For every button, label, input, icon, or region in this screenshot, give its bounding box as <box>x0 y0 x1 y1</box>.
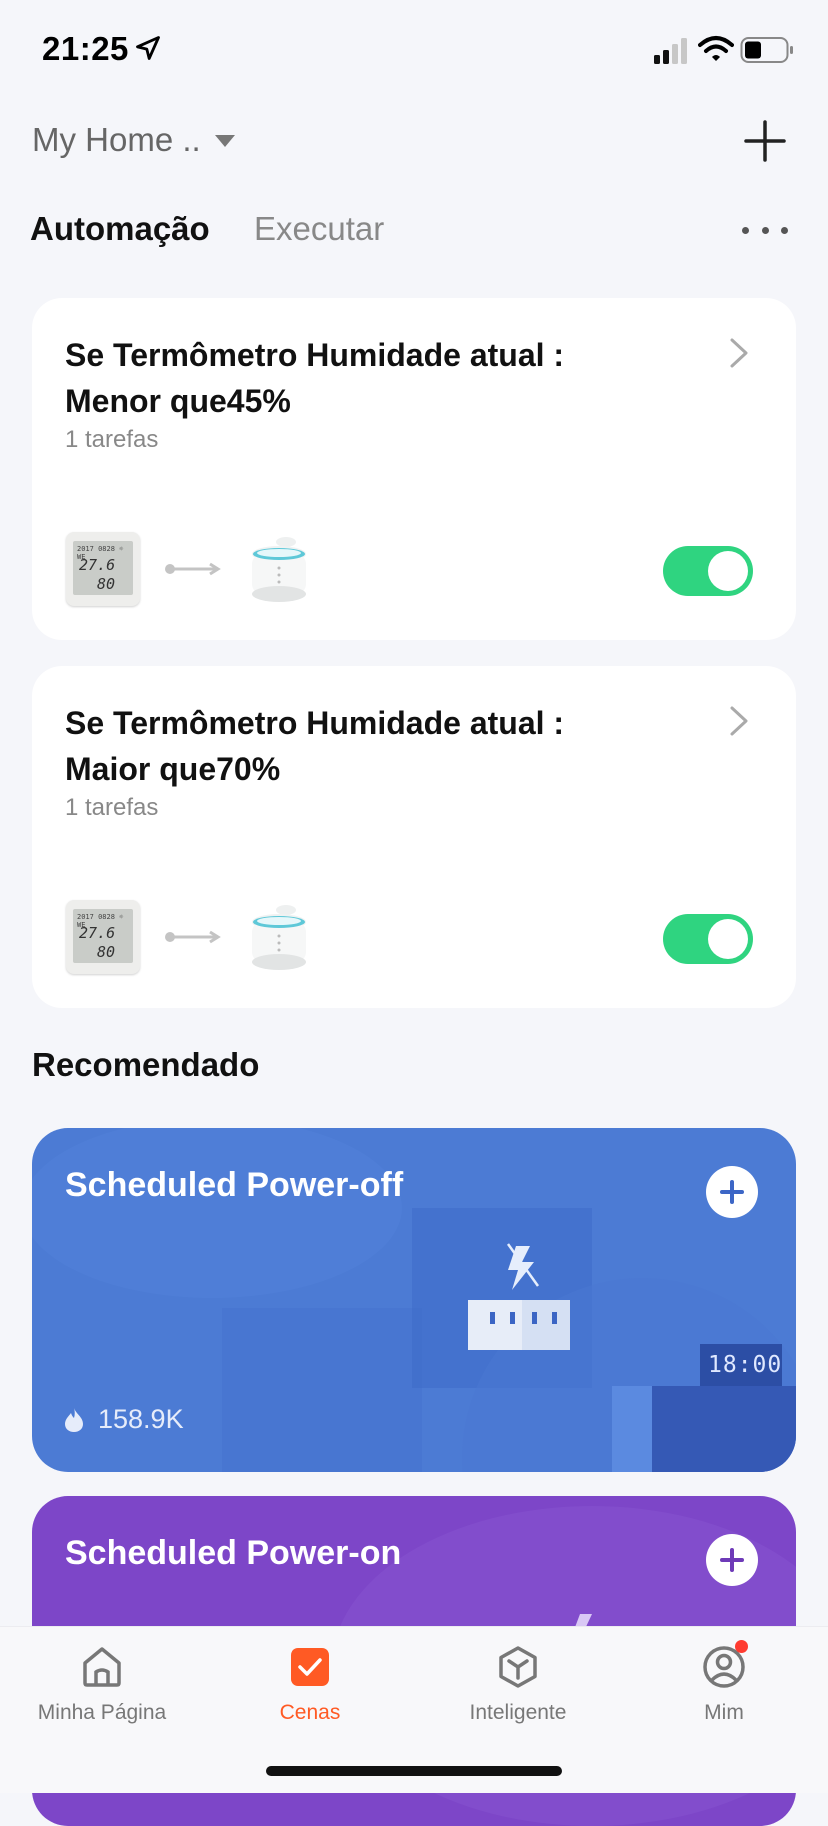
recommended-card-title: Scheduled Power-off <box>65 1166 404 1204</box>
home-indicator <box>266 1766 562 1776</box>
signal-icon <box>654 38 687 64</box>
automation-tasks: 1 tarefas <box>65 426 159 453</box>
wifi-icon <box>698 36 734 61</box>
nav-item-mim[interactable]: Mim <box>624 1627 824 1747</box>
nav-label: Minha Página <box>37 1701 167 1724</box>
popularity-stat: 158.9K <box>64 1404 184 1435</box>
thermometer-device-image: 2017 0828 ☼ WE 27.6 80 <box>66 900 140 974</box>
thermometer-screen: 2017 0828 ☼ WE 27.6 80 <box>73 541 133 595</box>
add-scene-button[interactable] <box>706 1166 758 1218</box>
chevron-right-icon[interactable] <box>728 336 750 370</box>
recommended-card-title: Scheduled Power-on <box>65 1534 402 1572</box>
home-name: My Home .. <box>32 121 201 158</box>
thermometer-temp: 27.6 <box>79 556 116 574</box>
automation-title: Se Termômetro Humidade atual : Maior que… <box>65 705 565 787</box>
add-icon[interactable] <box>742 118 788 164</box>
humidifier-device-image <box>252 905 306 970</box>
arrow-right-icon <box>165 562 221 576</box>
fire-icon <box>65 1407 83 1432</box>
nav-label: Mim <box>704 1701 744 1724</box>
scenes-check-icon <box>291 1648 329 1686</box>
automation-toggle[interactable] <box>663 546 753 596</box>
automation-card[interactable]: Se Termômetro Humidade atual : Menor que… <box>32 298 796 640</box>
smart-cube-icon <box>499 1646 537 1688</box>
nav-item-cenas[interactable]: Cenas <box>210 1627 410 1747</box>
thermometer-humidity: 80 <box>97 575 116 593</box>
more-options-icon[interactable] <box>742 220 788 240</box>
nav-item-inteligente[interactable]: Inteligente <box>418 1627 618 1747</box>
automation-tasks: 1 tarefas <box>65 794 159 821</box>
recommended-card-power-off[interactable]: 18:00 Scheduled Power-off 158.9K <box>32 1128 796 1472</box>
thermometer-screen: 2017 0828 ☼ WE 27.6 80 <box>73 909 133 963</box>
location-arrow-icon <box>136 36 160 60</box>
nav-label: Cenas <box>279 1701 341 1724</box>
toggle-knob <box>708 551 748 591</box>
thermometer-humidity: 80 <box>97 943 116 961</box>
status-time: 21:25 <box>42 30 129 67</box>
status-bar: 21:25 <box>0 0 828 100</box>
home-icon <box>83 1647 121 1687</box>
chevron-right-icon[interactable] <box>728 704 750 738</box>
home-selector[interactable]: My Home .. <box>32 118 235 162</box>
caret-down-icon <box>214 135 235 147</box>
dot <box>781 226 788 234</box>
notification-badge <box>735 1640 748 1653</box>
arrow-right-icon <box>165 930 221 944</box>
plus-icon <box>730 1180 734 1204</box>
tab-executar[interactable]: Executar <box>254 210 384 248</box>
dot <box>742 226 749 234</box>
tab-automacao[interactable]: Automação <box>30 210 210 248</box>
nav-label: Inteligente <box>469 1701 567 1724</box>
humidifier-device-image <box>252 537 306 602</box>
automation-toggle[interactable] <box>663 914 753 964</box>
thermometer-device-image: 2017 0828 ☼ WE 27.6 80 <box>66 532 140 606</box>
thermometer-temp: 27.6 <box>79 924 116 942</box>
add-scene-button[interactable] <box>706 1534 758 1586</box>
plus-icon <box>730 1548 734 1572</box>
popularity-count: 158.9K <box>98 1404 184 1434</box>
dot <box>761 226 769 234</box>
clock-display: 18:00 <box>708 1352 783 1378</box>
nav-item-minha-pagina[interactable]: Minha Página <box>2 1627 202 1747</box>
automation-title: Se Termômetro Humidade atual : Menor que… <box>65 337 565 419</box>
battery-icon <box>740 37 793 63</box>
section-title-recommended: Recomendado <box>32 1046 260 1083</box>
toggle-knob <box>708 919 748 959</box>
automation-card[interactable]: Se Termômetro Humidade atual : Maior que… <box>32 666 796 1008</box>
